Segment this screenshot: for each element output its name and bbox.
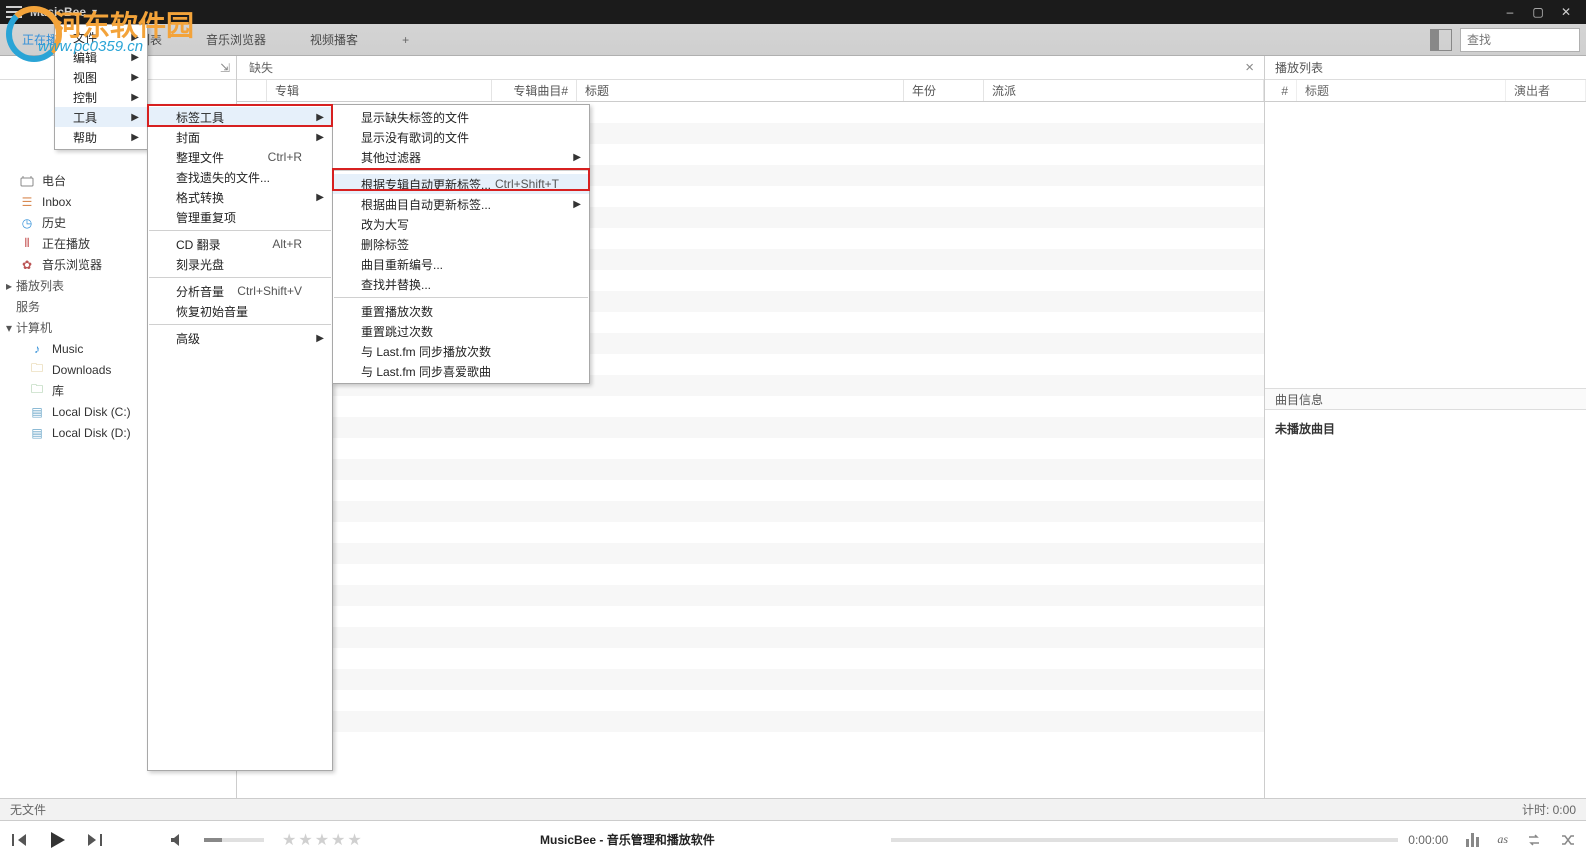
col-album[interactable]: 专辑: [267, 80, 492, 101]
grid-header: 专辑 专辑曲目# 标题 年份 流派: [237, 80, 1264, 102]
equalizer-icon[interactable]: [1466, 833, 1479, 847]
menu-upper[interactable]: 改为大写: [333, 214, 589, 234]
tools-submenu: 标签工具▶ 封面▶ 整理文件Ctrl+R 查找遗失的文件... 格式转换▶ 管理…: [147, 104, 333, 771]
menu-findmissing[interactable]: 查找遗失的文件...: [148, 167, 332, 187]
trackinfo-head: 曲目信息: [1265, 388, 1586, 410]
play-button[interactable]: [46, 829, 68, 851]
rp-col-artist[interactable]: 演出者: [1506, 80, 1586, 101]
menu-burn[interactable]: 刻录光盘: [148, 254, 332, 274]
progress-bar[interactable]: [891, 838, 1398, 842]
col-genre[interactable]: 流派: [984, 80, 1264, 101]
prev-button[interactable]: [10, 833, 28, 847]
col-expand[interactable]: [237, 80, 267, 101]
rightpanel-body[interactable]: 曲目信息 未播放曲目: [1265, 102, 1586, 798]
menu-synclastlove[interactable]: 与 Last.fm 同步喜爱歌曲: [333, 361, 589, 381]
tagtools-submenu: 显示缺失标签的文件 显示没有歌词的文件 其他过滤器▶ 根据专辑自动更新标签...…: [332, 104, 590, 384]
volume-icon[interactable]: [170, 833, 186, 847]
col-title[interactable]: 标题: [577, 80, 904, 101]
lastfm-icon[interactable]: as: [1497, 832, 1508, 847]
maximize-button[interactable]: ▢: [1524, 0, 1552, 24]
menu-otherfilter[interactable]: 其他过滤器▶: [333, 147, 589, 167]
rp-col-no[interactable]: #: [1265, 80, 1297, 101]
pin-icon[interactable]: ⇲: [220, 61, 230, 75]
menu-advanced[interactable]: 高级▶: [148, 328, 332, 348]
menu-resetplay[interactable]: 重置播放次数: [333, 301, 589, 321]
menu-shownolyrics[interactable]: 显示没有歌词的文件: [333, 127, 589, 147]
app-title: MusicBee: [30, 5, 86, 19]
search-input[interactable]: [1461, 33, 1586, 47]
menu-autotrack[interactable]: 根据曲目自动更新标签...▶: [333, 194, 589, 214]
menu-view[interactable]: 视图▶: [55, 67, 147, 87]
menu-autoalbum[interactable]: 根据专辑自动更新标签...Ctrl+Shift+T: [333, 174, 589, 194]
trackinfo-none: 未播放曲目: [1265, 410, 1586, 447]
menu-file[interactable]: 文件▶: [55, 27, 147, 47]
menu-duplicates[interactable]: 管理重复项: [148, 207, 332, 227]
volume-slider[interactable]: [204, 838, 264, 842]
tab-musicbrowser[interactable]: 音乐浏览器: [184, 24, 288, 55]
menu-showmissing[interactable]: 显示缺失标签的文件: [333, 107, 589, 127]
menu-convert[interactable]: 格式转换▶: [148, 187, 332, 207]
menu-analyse[interactable]: 分析音量Ctrl+Shift+V: [148, 281, 332, 301]
menu-control[interactable]: 控制▶: [55, 87, 147, 107]
menu-findreplace[interactable]: 查找并替换...: [333, 274, 589, 294]
status-nofile: 无文件: [10, 801, 46, 818]
menu-cdrip[interactable]: CD 翻录Alt+R: [148, 234, 332, 254]
rightpanel-columns: # 标题 演出者: [1265, 80, 1586, 102]
menu-resetskip[interactable]: 重置跳过次数: [333, 321, 589, 341]
rightpanel-title: 播放列表: [1265, 56, 1586, 80]
layout-icon[interactable]: [1430, 29, 1452, 51]
player-time: 0:00:00: [1408, 833, 1448, 847]
menu-help[interactable]: 帮助▶: [55, 127, 147, 147]
col-trackno[interactable]: 专辑曲目#: [492, 80, 577, 101]
repeat-icon[interactable]: [1526, 833, 1542, 847]
status-timer: 计时: 0:00: [1522, 801, 1576, 818]
subheader-close-icon[interactable]: ×: [1245, 59, 1254, 76]
menu-restorevol[interactable]: 恢复初始音量: [148, 301, 332, 321]
rp-col-title[interactable]: 标题: [1297, 80, 1506, 101]
menu-cover[interactable]: 封面▶: [148, 127, 332, 147]
col-year[interactable]: 年份: [904, 80, 984, 101]
menu-organise[interactable]: 整理文件Ctrl+R: [148, 147, 332, 167]
menu-removetags[interactable]: 删除标签: [333, 234, 589, 254]
player-title: MusicBee - 音乐管理和播放软件: [540, 831, 715, 848]
close-button[interactable]: ✕: [1552, 0, 1580, 24]
minimize-button[interactable]: –: [1496, 0, 1524, 24]
menu-edit[interactable]: 编辑▶: [55, 47, 147, 67]
rating-stars[interactable]: ★★★★★: [282, 830, 364, 850]
tab-add[interactable]: +: [380, 24, 431, 55]
tab-videoplayer[interactable]: 视频播客: [288, 24, 380, 55]
subheader-missing: 缺失: [237, 59, 273, 76]
hamburger-icon[interactable]: [6, 6, 22, 18]
search-box[interactable]: ▾: [1460, 28, 1580, 52]
menu-tools[interactable]: 工具▶: [55, 107, 147, 127]
app-dropdown-icon[interactable]: ▾: [92, 7, 97, 18]
menu-synclastplay[interactable]: 与 Last.fm 同步播放次数: [333, 341, 589, 361]
next-button[interactable]: [86, 833, 104, 847]
shuffle-icon[interactable]: [1560, 833, 1576, 847]
menu-tagtools[interactable]: 标签工具▶: [148, 107, 332, 127]
menu-renumber[interactable]: 曲目重新编号...: [333, 254, 589, 274]
main-menu: 文件▶ 编辑▶ 视图▶ 控制▶ 工具▶ 帮助▶: [54, 24, 148, 150]
